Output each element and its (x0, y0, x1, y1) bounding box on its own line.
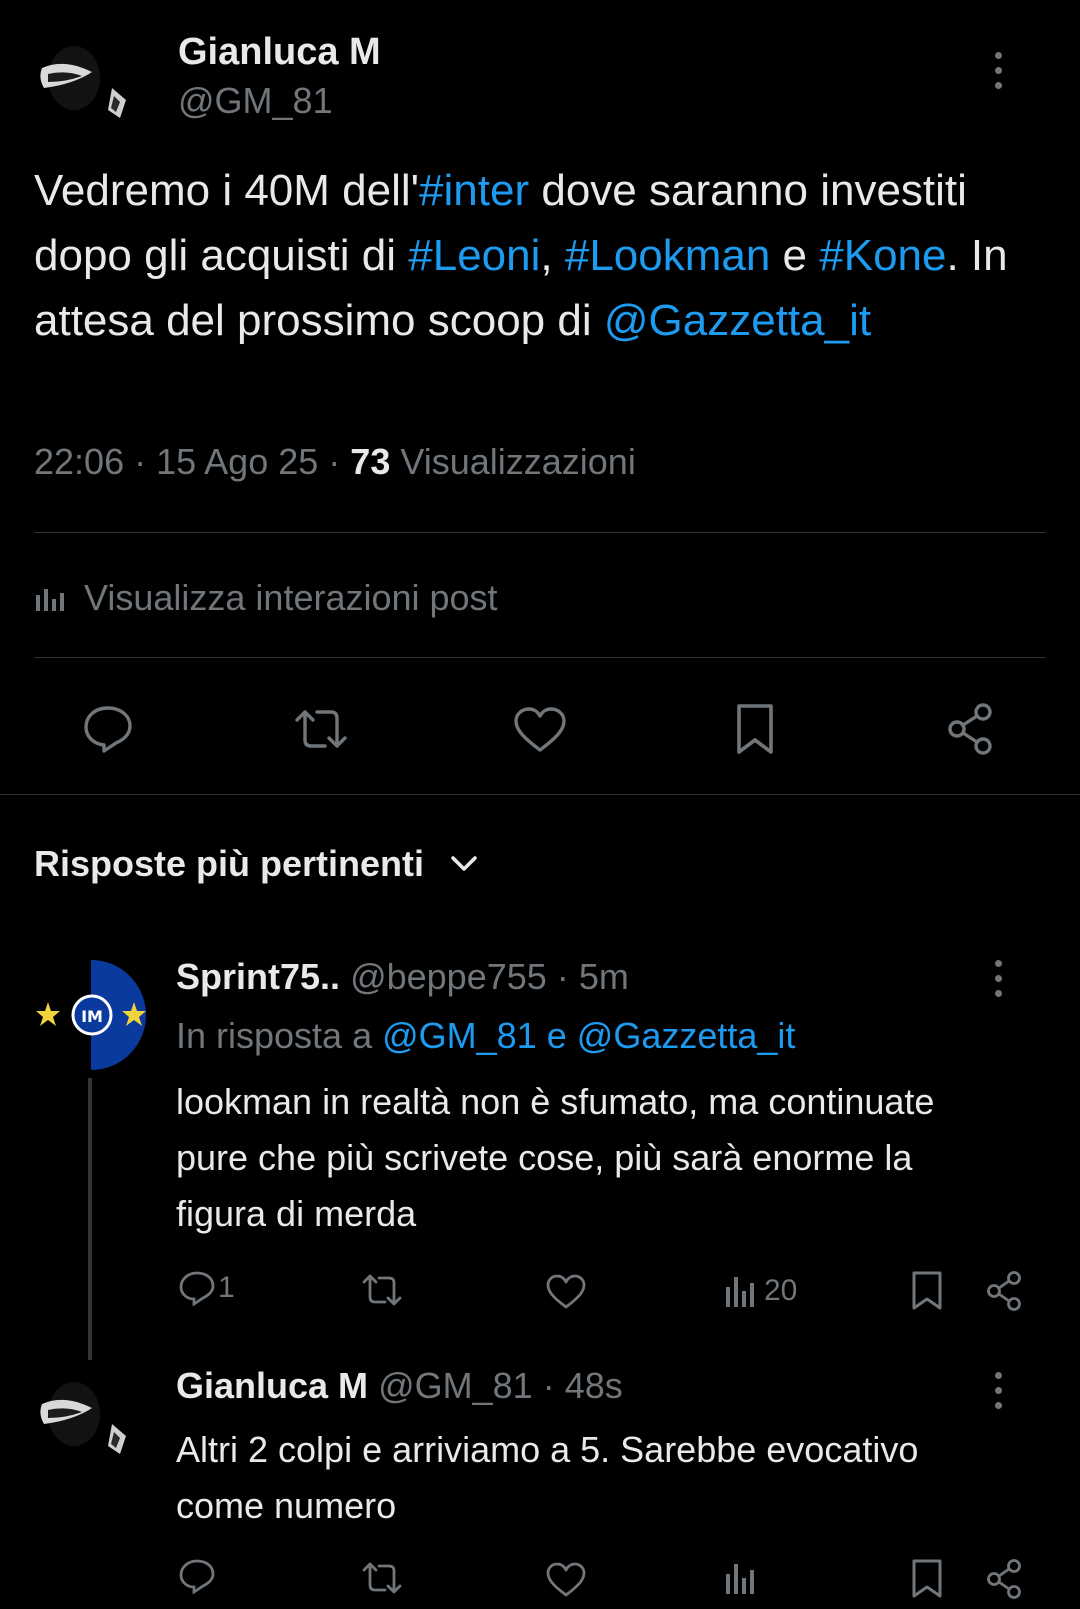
reply-1-avatar[interactable]: IM (34, 958, 148, 1072)
share-icon[interactable] (985, 1558, 1025, 1600)
main-post-time[interactable]: 22:06 (34, 441, 124, 482)
main-post-avatar[interactable] (34, 28, 148, 128)
main-post-views-count: 73 (350, 441, 391, 482)
reply-to-user-1[interactable]: @GM_81 (382, 1015, 537, 1056)
post-text-link[interactable]: #Kone (819, 231, 946, 280)
main-post-meta: 22:06 · 15 Ago 25 · 73 Visualizzazioni (34, 440, 636, 484)
divider (34, 657, 1046, 658)
section-divider (0, 794, 1080, 795)
meta-separator: · (556, 956, 569, 997)
reply-1-author-handle[interactable]: @beppe755 (350, 956, 547, 997)
post-text-link[interactable]: #Lookman (565, 231, 770, 280)
reply-icon[interactable] (178, 1558, 216, 1594)
like-icon[interactable] (512, 706, 568, 754)
reply-2-action-bar (0, 1554, 1080, 1604)
meta-separator: · (328, 441, 351, 482)
reply-2-author-handle[interactable]: @GM_81 (378, 1365, 533, 1406)
bookmark-icon[interactable] (910, 1270, 944, 1312)
post-text-segment: , (540, 231, 565, 280)
bookmark-icon[interactable] (910, 1558, 944, 1600)
post-text-link[interactable]: @Gazzetta_it (604, 296, 871, 345)
reply-1-age[interactable]: 5m (579, 956, 629, 997)
thread-line (88, 1078, 92, 1360)
reply-2-author-name[interactable]: Gianluca M (176, 1365, 368, 1406)
reply-2-more-icon[interactable] (991, 1372, 1005, 1409)
analytics-icon[interactable]: 20 (724, 1274, 797, 1308)
bookmark-icon[interactable] (733, 702, 777, 756)
post-text-link[interactable]: #Leoni (408, 231, 540, 280)
reply-1-text: lookman in realtà non è sfumato, ma cont… (176, 1081, 935, 1234)
reply-to-user-2[interactable]: @Gazzetta_it (577, 1015, 796, 1056)
main-post-author-name[interactable]: Gianluca M (178, 30, 381, 74)
like-icon[interactable] (545, 1274, 587, 1310)
repost-icon[interactable] (360, 1272, 404, 1308)
main-post-text: Vedremo i 40M dell'#inter dove saranno i… (34, 158, 1044, 353)
reply-to-prefix: In risposta a (176, 1015, 373, 1056)
main-post-action-bar (0, 698, 1080, 758)
reply-1-action-bar: 1 20 (0, 1266, 1080, 1316)
meta-separator: · (542, 1365, 555, 1406)
analytics-icon[interactable] (724, 1562, 758, 1594)
analytics-icon (34, 585, 68, 611)
reply-icon[interactable] (82, 704, 134, 754)
post-text-link[interactable]: #inter (419, 166, 529, 215)
main-post-views-label: Visualizzazioni (400, 441, 636, 482)
replies-sort-label: Risposte più pertinenti (34, 843, 425, 884)
main-post-more-icon[interactable] (991, 52, 1005, 89)
post-interactions-link[interactable]: Visualizza interazioni post (34, 576, 498, 620)
divider (34, 532, 1046, 533)
reply-1-reply-to: In risposta a @GM_81 e @Gazzetta_it (176, 1014, 795, 1058)
replies-sort-toggle[interactable]: Risposte più pertinenti (34, 842, 478, 886)
share-icon[interactable] (945, 702, 997, 756)
main-post-author-handle[interactable]: @GM_81 (178, 80, 333, 122)
like-icon[interactable] (545, 1562, 587, 1598)
reply-icon[interactable]: 1 (178, 1270, 235, 1306)
meta-separator: · (134, 441, 157, 482)
repost-icon[interactable] (360, 1560, 404, 1596)
repost-icon[interactable] (291, 704, 351, 754)
reply-2-header: Gianluca M @GM_81 · 48s (176, 1364, 623, 1408)
svg-text:IM: IM (81, 1007, 103, 1026)
chevron-down-icon (450, 855, 478, 873)
interactions-label: Visualizza interazioni post (84, 577, 498, 618)
reply-1-header: Sprint75.. @beppe755 · 5m (176, 955, 629, 999)
main-post-date[interactable]: 15 Ago 25 (156, 441, 318, 482)
reply-1-views-count: 20 (764, 1274, 798, 1307)
reply-1-reply-count: 1 (218, 1271, 235, 1304)
share-icon[interactable] (985, 1270, 1025, 1312)
reply-to-and: e (546, 1015, 567, 1056)
post-text-segment: Vedremo i 40M dell' (34, 166, 420, 215)
reply-1-more-icon[interactable] (991, 960, 1005, 997)
reply-1-author-name[interactable]: Sprint75.. (176, 956, 340, 997)
reply-2-text: Altri 2 colpi e arriviamo a 5. Sarebbe e… (176, 1429, 919, 1526)
post-text-segment: e (770, 231, 820, 280)
reply-2-avatar[interactable] (34, 1364, 148, 1464)
reply-2-age[interactable]: 48s (565, 1365, 623, 1406)
